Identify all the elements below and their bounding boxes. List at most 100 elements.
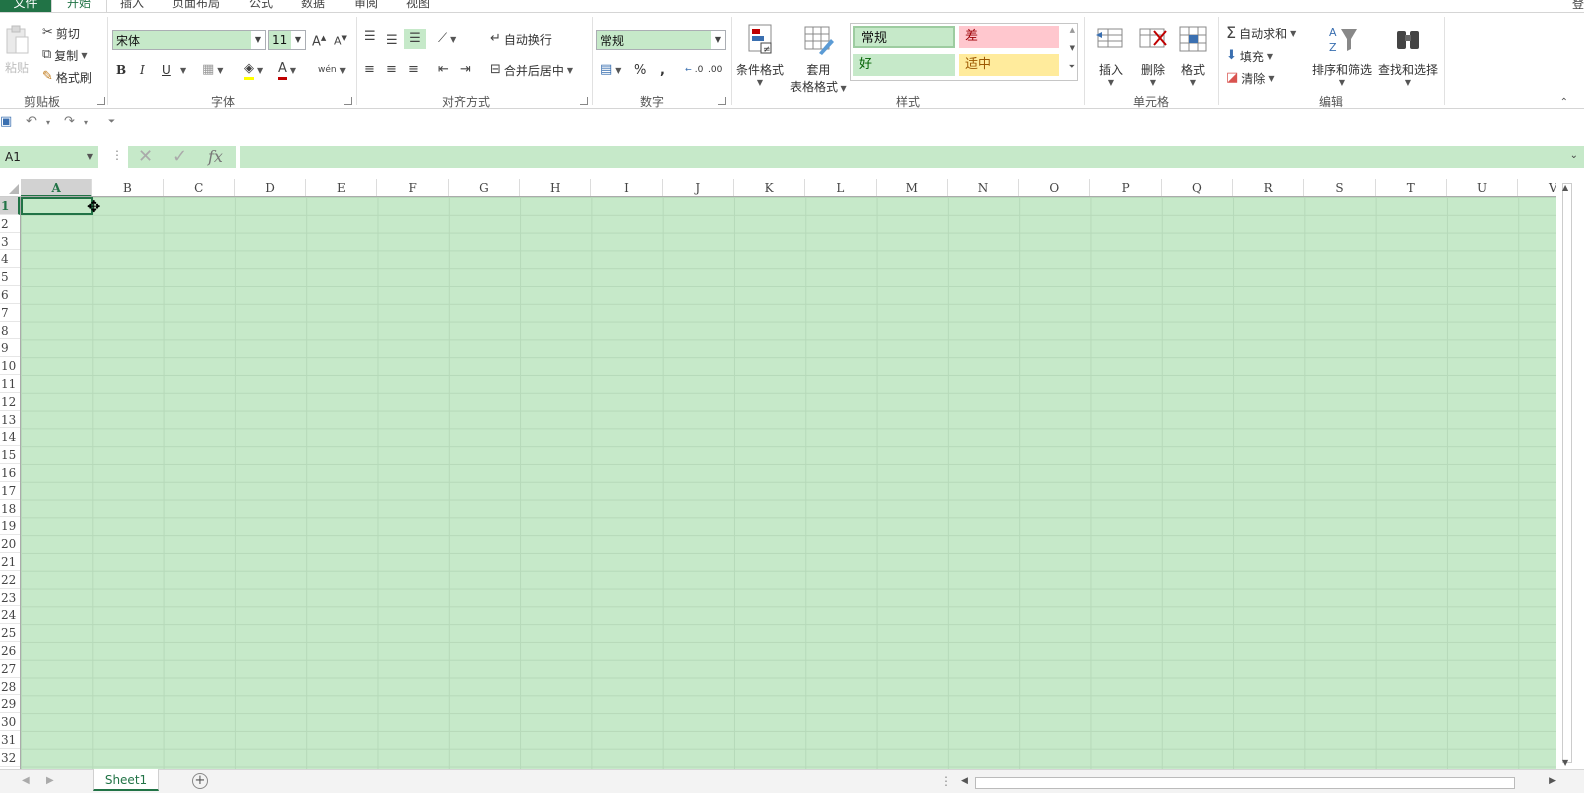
align-right-button[interactable]: ≡: [408, 60, 419, 80]
column-header[interactable]: U: [1447, 179, 1519, 196]
chevron-down-icon[interactable]: ▼: [340, 66, 346, 75]
row-header[interactable]: 20: [0, 535, 20, 553]
fill-color-button[interactable]: ◈ ▼: [244, 60, 263, 80]
row-header[interactable]: 9: [0, 339, 20, 358]
font-dialog-launcher-icon[interactable]: [344, 97, 352, 105]
column-header[interactable]: J: [663, 179, 734, 196]
horizontal-scrollbar[interactable]: ◀ ▶: [961, 776, 1556, 790]
chevron-down-icon[interactable]: ▼: [217, 66, 223, 75]
scroll-thumb[interactable]: [975, 777, 1515, 789]
sheet-tab-sheet1[interactable]: Sheet1: [93, 769, 159, 791]
tab-formulas[interactable]: 公式: [249, 0, 273, 12]
align-bottom-button[interactable]: ☰: [404, 29, 426, 49]
enter-icon[interactable]: ✓: [172, 146, 187, 168]
login-link[interactable]: 登: [1572, 0, 1584, 12]
column-header[interactable]: T: [1376, 179, 1447, 196]
tab-review[interactable]: 审阅: [354, 0, 378, 12]
style-bad[interactable]: 差: [959, 26, 1059, 48]
column-header[interactable]: P: [1090, 179, 1162, 196]
increase-indent-button[interactable]: ⇥: [460, 60, 471, 80]
chevron-down-icon[interactable]: ▼: [257, 66, 263, 75]
row-header[interactable]: 13: [0, 411, 20, 429]
format-painter-button[interactable]: ✎ 格式刷: [42, 67, 92, 87]
orientation-button[interactable]: ⟋ ▼: [438, 29, 456, 49]
increase-font-button[interactable]: A▲: [312, 30, 326, 50]
row-header[interactable]: 21: [0, 553, 20, 571]
row-header[interactable]: 2: [0, 215, 20, 233]
column-header[interactable]: Q: [1162, 179, 1234, 196]
column-header[interactable]: C: [164, 179, 235, 196]
align-top-button[interactable]: ☰: [364, 27, 376, 47]
tab-view[interactable]: 视图: [406, 0, 430, 12]
column-header[interactable]: M: [877, 179, 948, 196]
font-name-select[interactable]: 宋体 ▼: [112, 30, 266, 50]
row-header[interactable]: 5: [0, 268, 20, 286]
cancel-icon[interactable]: ✕: [138, 146, 153, 168]
decrease-decimal-button[interactable]: .00: [708, 60, 722, 80]
row-header[interactable]: 30: [0, 713, 20, 731]
autosum-button[interactable]: Σ 自动求和 ▼: [1226, 23, 1296, 43]
row-header[interactable]: 28: [0, 678, 20, 696]
scroll-thumb[interactable]: [1562, 183, 1572, 763]
bold-button[interactable]: B: [116, 60, 126, 80]
gallery-scroll-up-icon[interactable]: ▲: [1070, 26, 1075, 34]
column-header[interactable]: F: [377, 179, 449, 196]
row-header[interactable]: 18: [0, 500, 20, 518]
tab-insert[interactable]: 插入: [120, 0, 144, 12]
phonetic-button[interactable]: wén ▼: [318, 60, 346, 80]
underline-button[interactable]: U: [162, 60, 171, 80]
sort-filter-button[interactable]: AZ 排序和筛选 ▼: [1312, 23, 1372, 87]
tab-splitter[interactable]: ⋮: [940, 774, 952, 788]
number-format-select[interactable]: 常规 ▼: [596, 30, 726, 50]
chevron-down-icon[interactable]: ▼: [1150, 78, 1156, 87]
column-header[interactable]: V: [1518, 179, 1556, 196]
row-header[interactable]: 14: [0, 428, 20, 447]
scroll-down-icon[interactable]: ▼: [1562, 758, 1568, 767]
column-header[interactable]: K: [734, 179, 806, 196]
align-middle-button[interactable]: ☰: [386, 31, 398, 51]
wrap-text-button[interactable]: ↵ 自动换行: [490, 29, 552, 49]
row-header[interactable]: 32: [0, 749, 20, 767]
add-sheet-icon[interactable]: +: [192, 773, 208, 789]
chevron-down-icon[interactable]: ▼: [711, 31, 725, 49]
format-cells-button[interactable]: 格式 ▼: [1176, 23, 1210, 87]
column-header[interactable]: L: [805, 179, 877, 196]
column-header[interactable]: H: [520, 179, 592, 196]
row-header[interactable]: 12: [0, 393, 20, 411]
column-header[interactable]: D: [235, 179, 307, 196]
conditional-formatting-button[interactable]: ≠ 条件格式 ▼: [736, 23, 784, 87]
row-header[interactable]: 16: [0, 464, 20, 482]
chevron-down-icon[interactable]: ▼: [615, 66, 621, 75]
clear-button[interactable]: ◪ 清除 ▼: [1226, 68, 1274, 88]
next-sheet-icon[interactable]: ▶: [46, 775, 54, 786]
format-as-table-button[interactable]: 套用 表格格式 ▼: [790, 23, 847, 95]
row-header[interactable]: 17: [0, 482, 20, 500]
column-header[interactable]: R: [1233, 179, 1305, 196]
gallery-scroll-down-icon[interactable]: ▼: [1070, 44, 1075, 52]
expand-formula-bar-icon[interactable]: ⌄: [1570, 150, 1578, 161]
row-header[interactable]: 10: [0, 357, 20, 375]
align-left-button[interactable]: ≡: [364, 60, 375, 80]
formula-input[interactable]: ⌄: [240, 146, 1584, 168]
chevron-down-icon[interactable]: ▼: [251, 31, 265, 49]
row-header[interactable]: 3: [0, 233, 20, 251]
style-normal[interactable]: 常规: [853, 26, 955, 48]
customize-qat-icon[interactable]: ⏷: [108, 117, 115, 127]
save-icon[interactable]: ▣: [0, 114, 12, 129]
chevron-down-icon[interactable]: ▼: [1405, 78, 1411, 87]
scroll-left-icon[interactable]: ◀: [961, 776, 968, 786]
row-header[interactable]: 7: [0, 304, 20, 322]
chevron-down-icon[interactable]: ▼: [450, 35, 456, 44]
tab-home[interactable]: 开始: [51, 0, 107, 12]
row-header[interactable]: 8: [0, 322, 20, 340]
tab-data[interactable]: 数据: [301, 0, 325, 12]
delete-cells-button[interactable]: 删除 ▼: [1136, 23, 1170, 87]
italic-button[interactable]: I: [140, 60, 145, 80]
increase-decimal-button[interactable]: ← .0: [685, 60, 703, 80]
insert-cells-button[interactable]: 插入 ▼: [1094, 23, 1128, 87]
chevron-down-icon[interactable]: ▼: [757, 78, 763, 87]
alignment-dialog-launcher-icon[interactable]: [580, 97, 588, 105]
decrease-indent-button[interactable]: ⇤: [438, 60, 449, 80]
chevron-down-icon[interactable]: ▼: [567, 66, 573, 75]
row-header[interactable]: 24: [0, 606, 20, 625]
